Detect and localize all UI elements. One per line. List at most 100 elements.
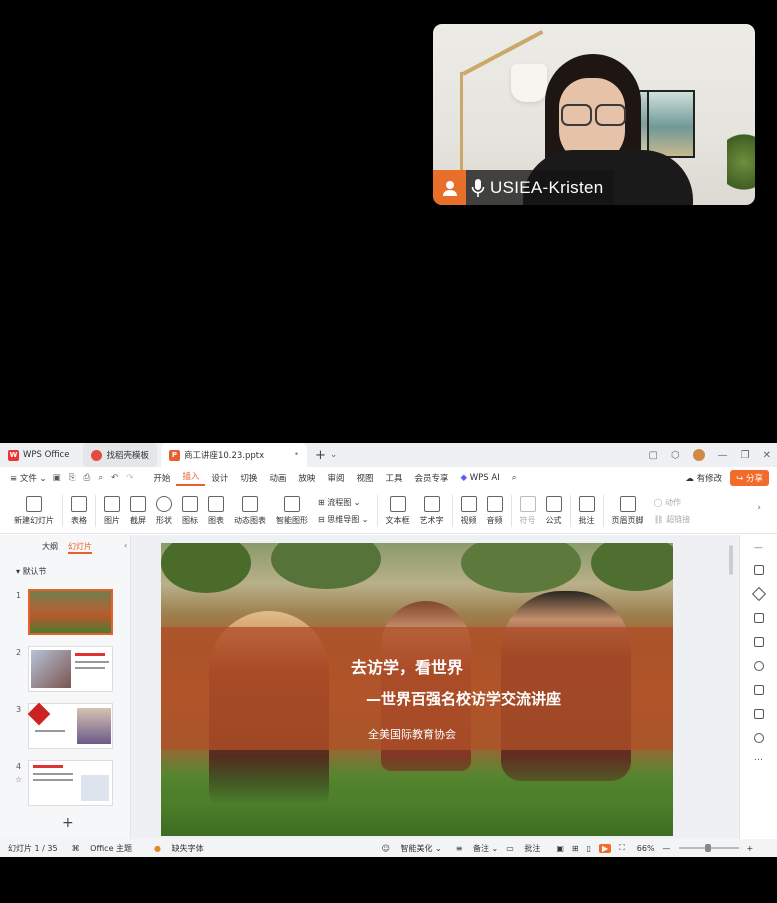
vertical-scrollbar[interactable] [729,541,735,831]
menu-member[interactable]: 会员专享 [408,472,454,484]
tab-template[interactable]: 找稻壳模板 [83,443,157,467]
microphone-icon[interactable] [466,170,490,205]
dynamic-chart-button[interactable]: 动态图表 [234,496,266,526]
share-icon[interactable] [754,709,764,719]
thumb-text [75,667,105,669]
tools-icon[interactable] [754,661,764,671]
table-button[interactable]: 表格 [71,496,87,526]
beautify-button[interactable]: ☺ 智能美化 ⌄ [382,843,442,854]
property-icon[interactable] [754,565,764,575]
star-icon[interactable] [751,586,767,602]
slide-thumbnail-3[interactable] [27,702,113,749]
formula-button[interactable]: 公式 [545,496,562,526]
section-header[interactable]: ▾ 默认节 [0,554,130,577]
notes-button[interactable]: ≡ 备注 ⌄ [456,843,499,854]
hyperlink-button[interactable]: ⛓ 超链接 [654,514,691,525]
slide-subtitle[interactable]: —世界百强名校访学交流讲座 [366,688,561,709]
menu-view[interactable]: 视图 [350,472,379,484]
collapse-icon[interactable]: — [754,543,763,553]
symbol-button[interactable]: 符号 [519,496,536,526]
chart-button[interactable]: 图表 [208,496,224,526]
close-tab-icon[interactable]: • [294,450,299,460]
restore-icon[interactable]: ❐ [741,450,750,461]
slide-thumbnail-4[interactable] [28,760,113,806]
window-layout-icon[interactable]: ▢ [648,450,657,461]
wordart-button[interactable]: 艺术字 [420,496,444,526]
flowchart-button[interactable]: ⊞ 流程图 ⌄ [318,497,369,508]
avatar[interactable] [692,449,705,461]
menu-insert[interactable]: 插入 [176,470,206,486]
more-icon[interactable]: … [754,753,763,763]
menu-slideshow[interactable]: 放映 [292,472,321,484]
menu-animation[interactable]: 动画 [263,472,292,484]
menu-wps-ai[interactable]: ◆ WPS AI [455,473,506,483]
mindmap-button[interactable]: ⊟ 思维导图 ⌄ [318,514,369,525]
scroll-thumb[interactable] [729,545,733,575]
zoom-out-icon[interactable]: — [663,844,671,853]
menu-transition[interactable]: 切换 [234,472,263,484]
menu-design[interactable]: 设计 [205,472,234,484]
header-footer-button[interactable]: 页眉页脚 [612,496,644,526]
redo-icon[interactable]: ↷ [126,473,133,483]
preview-icon[interactable]: ⌕ [98,473,103,483]
zoom-level[interactable]: 66% [637,844,655,853]
add-slide-icon[interactable]: + [62,815,74,831]
minimize-icon[interactable]: — [718,450,728,461]
play-icon[interactable]: ▶ [599,843,612,853]
cube-icon[interactable]: ⬡ [671,450,680,461]
reading-view-icon[interactable]: ▯ [587,844,591,853]
menu-tools[interactable]: 工具 [379,472,408,484]
tab-document[interactable]: P 商工讲座10.23.pptx • [160,443,307,467]
action-button[interactable]: ◯ 动作 [654,497,691,508]
tab-outline[interactable]: 大纲 [42,541,58,554]
chevron-down-icon[interactable]: ⌄ [330,450,338,460]
slide-organization[interactable]: 全美国际教育协会 [368,726,456,742]
copy-icon[interactable] [754,613,764,623]
ribbon-more-icon[interactable]: › [757,503,761,513]
missing-font-button[interactable]: ● 缺失字体 [146,843,204,854]
slide-thumbnail-1[interactable] [28,589,113,635]
zoom-in-icon[interactable]: + [747,844,754,853]
video-button[interactable]: 视频 [460,496,477,526]
new-tab-icon[interactable]: + [315,448,326,463]
book-icon[interactable] [754,685,764,695]
menu-review[interactable]: 审阅 [321,472,350,484]
export-icon[interactable]: ⎘ [69,473,76,483]
grid-view-icon[interactable]: ⊞ [572,844,579,853]
star-icon[interactable]: ☆ [15,775,22,784]
print-icon[interactable]: ⎙ [84,473,91,483]
search-icon[interactable]: ⌕ [506,473,523,483]
save-icon[interactable]: ▣ [53,473,61,483]
zoom-slider[interactable] [678,844,739,852]
new-slide-button[interactable]: 新建幻灯片 [14,496,54,526]
undo-icon[interactable]: ↶ [111,473,118,483]
textbox-button[interactable]: 文本框 [386,496,410,526]
animation-icon[interactable] [754,637,764,647]
help-icon[interactable] [754,733,764,743]
participant-video-tile[interactable]: USIEA-Kristen [433,24,755,205]
collapse-pane-icon[interactable]: ‹ [124,541,127,554]
zoom-slider-handle[interactable] [704,844,711,852]
share-button[interactable]: ↪ 分享 [730,470,769,486]
comment-button[interactable]: 批注 [578,496,595,526]
tab-wps-office[interactable]: W WPS Office [0,443,77,467]
slide-title[interactable]: 去访学，看世界 [351,654,463,678]
close-icon[interactable]: ✕ [763,450,771,461]
picture-button[interactable]: 图片 [104,496,120,526]
icon-button[interactable]: 图标 [182,496,198,526]
audio-button[interactable]: 音频 [486,496,503,526]
tab-slides[interactable]: 幻灯片 [68,541,92,554]
theme-button[interactable]: ⌘ Office 主题 [72,843,132,854]
shape-button[interactable]: 形状 [156,496,172,526]
file-menu[interactable]: ≡ 文件 ⌄ [0,472,53,484]
menu-start[interactable]: 开始 [147,472,176,484]
slide-1[interactable]: 去访学，看世界 —世界百强名校访学交流讲座 全美国际教育协会 [161,543,673,836]
missing-font-label: 缺失字体 [171,843,204,853]
smart-graphic-button[interactable]: 智能图形 [276,496,308,526]
comments-button[interactable]: ▭ 批注 [506,843,540,854]
revise-button[interactable]: ☁ 有修改 [685,472,722,484]
slide-thumbnail-2[interactable] [28,646,113,692]
screenshot-button[interactable]: 截屏 [130,496,146,526]
fit-icon[interactable]: ⛶ [619,843,625,853]
normal-view-icon[interactable]: ▣ [556,844,564,853]
